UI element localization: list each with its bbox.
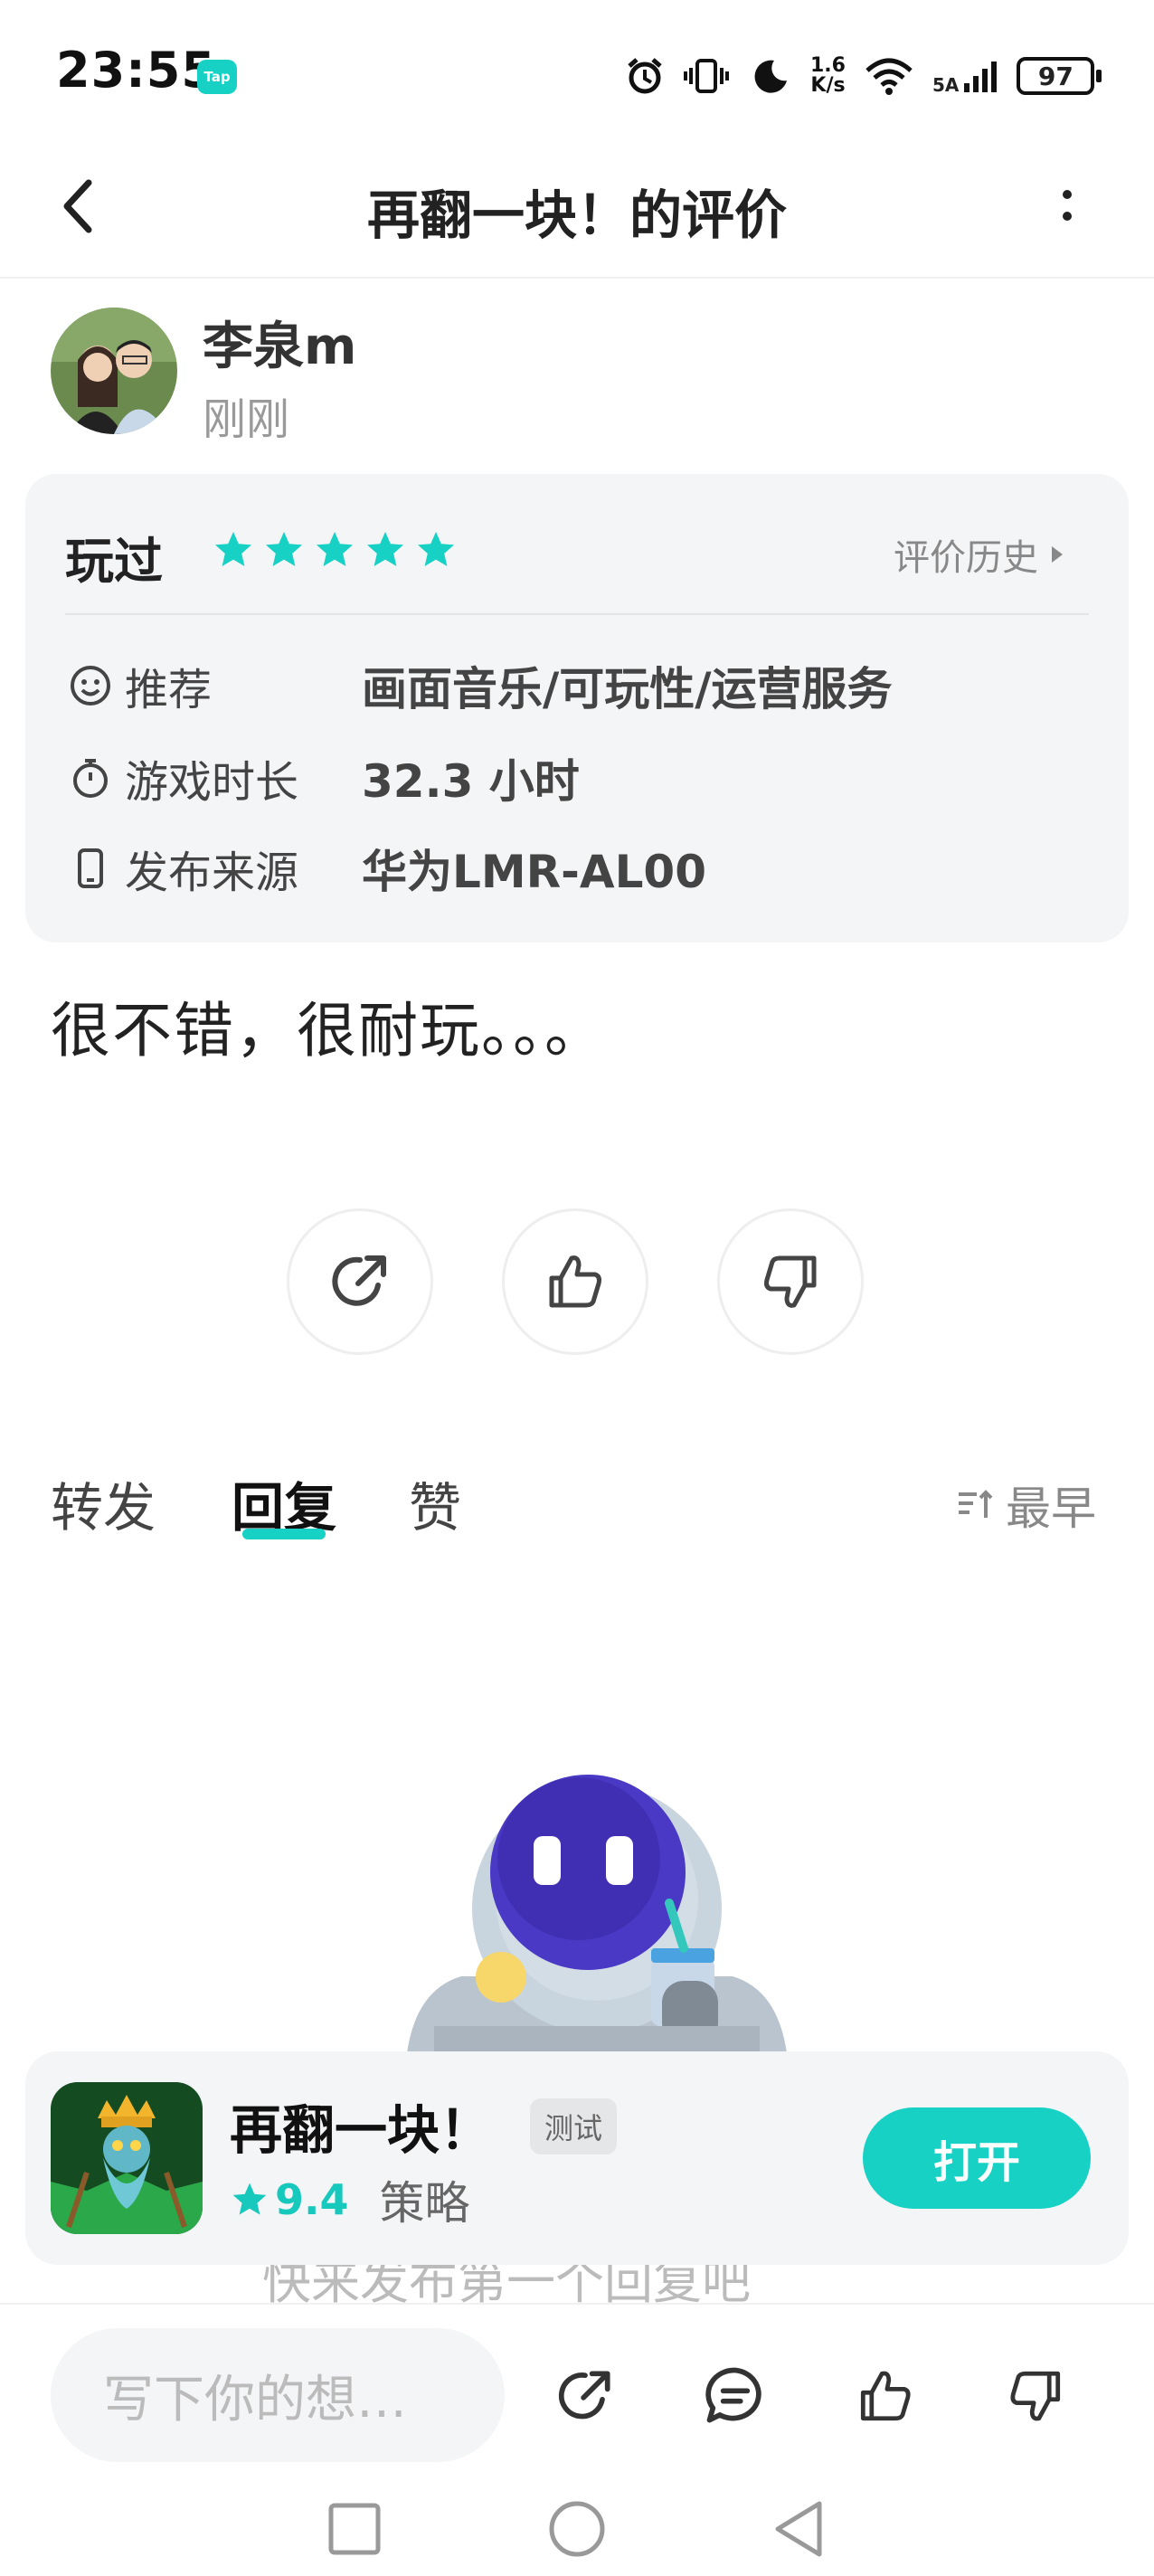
smile-icon: [65, 660, 116, 711]
alarm-icon: [628, 58, 662, 94]
playtime-label: 游戏时长: [125, 757, 299, 808]
bottom-divider: [0, 2303, 1154, 2305]
more-vertical-icon: [1063, 190, 1072, 221]
avatar-photo: [51, 308, 177, 434]
star-rating: [212, 528, 458, 572]
open-game-button[interactable]: 打开: [863, 2107, 1091, 2209]
do-not-disturb-icon: z: [754, 60, 787, 93]
comment-icon: [705, 2367, 761, 2423]
net-speed-unit: K/s: [810, 74, 846, 97]
game-promo-bar[interactable]: 再翻一块！ 测试 9.4 策略 打开: [25, 2051, 1129, 2265]
phone-icon: [65, 843, 116, 894]
nav-home-button[interactable]: [541, 2493, 613, 2565]
like-button[interactable]: [502, 1208, 648, 1355]
sort-icon: [959, 1490, 993, 1518]
bottom-dislike-button[interactable]: [995, 2355, 1076, 2437]
taptap-notification-icon: Tap: [197, 60, 237, 94]
tab-likes[interactable]: 赞: [409, 1465, 461, 1541]
star-icon: [418, 532, 454, 566]
page-title: 再翻一块！的评价: [366, 185, 787, 246]
cell-signal: 5A: [932, 58, 998, 94]
test-badge: 测试: [530, 2098, 618, 2155]
review-history-label: 评价历史: [894, 537, 1038, 579]
played-label: 玩过: [65, 533, 163, 590]
dislike-button[interactable]: [717, 1208, 864, 1355]
thumbs-up-icon: [549, 1255, 601, 1308]
game-category: 策略: [379, 2177, 470, 2230]
circle-icon: [549, 2501, 605, 2557]
thumbs-up-icon: [860, 2371, 911, 2421]
sort-button[interactable]: 最早: [957, 1473, 1096, 1538]
triangle-back-icon: [775, 2501, 822, 2557]
svg-text:z: z: [763, 61, 771, 75]
review-history-link[interactable]: 评价历史: [894, 528, 1065, 581]
recommend-row: 推荐 画面音乐/可玩性/运营服务: [65, 649, 893, 722]
bottom-share-button[interactable]: [544, 2355, 626, 2437]
nav-recents-button[interactable]: [318, 2493, 391, 2565]
more-button[interactable]: [1040, 172, 1094, 244]
share-button[interactable]: [287, 1208, 433, 1355]
bottom-comment-button[interactable]: [695, 2355, 776, 2437]
battery-icon: 97: [1017, 57, 1102, 95]
battery-level: 97: [1037, 61, 1074, 91]
source-row: 发布来源 华为LMR-AL00: [65, 832, 706, 904]
status-time: 23:55: [56, 42, 216, 99]
rating-value: 9.4: [275, 2175, 349, 2224]
back-arrow-icon: [63, 179, 92, 233]
game-icon: [51, 2082, 203, 2234]
star-icon: [317, 532, 353, 566]
net-speed-value: 1.6: [810, 54, 846, 77]
bottom-like-button[interactable]: [845, 2355, 926, 2437]
source-value: 华为LMR-AL00: [362, 846, 707, 898]
share-icon: [332, 1255, 386, 1306]
vibrate-icon: [684, 59, 729, 93]
top-nav: 再翻一块！的评价: [0, 145, 1154, 279]
star-icon: [232, 2183, 267, 2215]
wifi-icon: [866, 58, 913, 95]
playtime-value: 32.3 小时: [362, 755, 580, 808]
caret-right-icon: [1052, 546, 1063, 563]
username[interactable]: 李泉m: [203, 306, 356, 379]
robot-mascot-illustration: [407, 1775, 787, 2053]
playtime-row: 游戏时长 32.3 小时: [65, 742, 580, 814]
net-speed: 1.6 K/s: [810, 56, 846, 96]
review-card: 玩过 评价历史 推荐 画面音乐/可玩性/运营服务 游戏时长 32.3 小时 发布…: [25, 474, 1129, 942]
square-icon: [328, 2503, 381, 2555]
tab-forward[interactable]: 转发: [51, 1465, 156, 1541]
status-icons: z 1.6 K/s 5A 97: [624, 49, 1102, 103]
thumbs-down-icon: [764, 1255, 817, 1308]
star-icon: [215, 532, 251, 566]
active-tab-indicator: [242, 1529, 326, 1539]
share-icon: [558, 2371, 610, 2420]
star-icon: [367, 532, 403, 566]
stopwatch-icon: [65, 753, 116, 803]
star-icon: [266, 532, 302, 566]
status-bar: 23:55 Tap z 1.6 K/s 5A 97: [0, 0, 1154, 145]
back-button[interactable]: [51, 170, 105, 242]
card-divider: [65, 613, 1089, 615]
review-text: 很不错，很耐玩。。。: [51, 996, 606, 1065]
nav-back-button[interactable]: [763, 2493, 836, 2565]
game-rating: 9.4 策略: [230, 2167, 470, 2232]
avatar[interactable]: [51, 308, 177, 434]
signal-bars-icon: [964, 62, 998, 92]
post-time: 刚刚: [203, 394, 290, 445]
recommend-label: 推荐: [125, 665, 213, 715]
comment-input[interactable]: 写下你的想…: [51, 2328, 505, 2462]
thumbs-down-icon: [1010, 2371, 1061, 2421]
sort-label: 最早: [1006, 1482, 1096, 1535]
game-name: 再翻一块！: [230, 2099, 493, 2161]
source-label: 发布来源: [125, 848, 299, 898]
signal-label: 5A: [932, 74, 960, 96]
recommend-value: 画面音乐/可玩性/运营服务: [362, 663, 893, 715]
